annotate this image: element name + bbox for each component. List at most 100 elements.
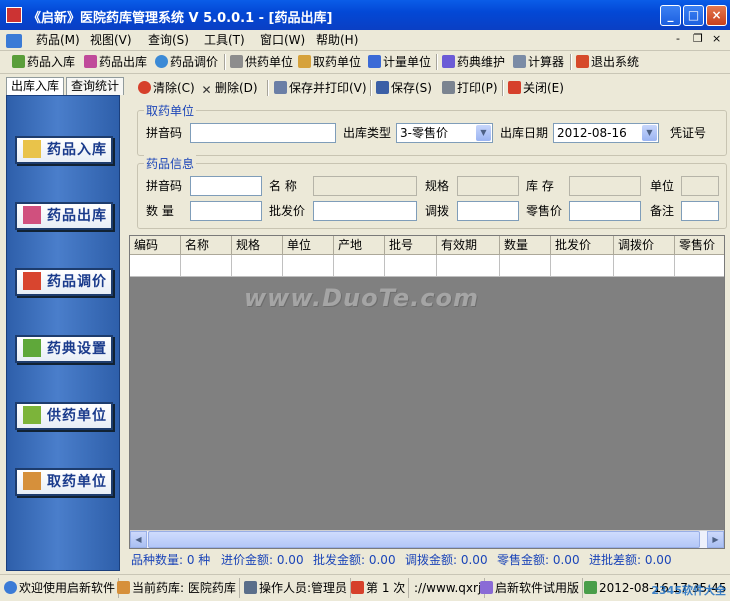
tb-exit[interactable]: 退出系统 [576,53,639,71]
grid-cell[interactable] [232,255,283,277]
scroll-right-icon[interactable]: ▶ [707,531,724,548]
col-header[interactable]: 零售价 [675,236,724,255]
tab-stock-inout[interactable]: 出库入库 [6,77,65,96]
medicine-pinyin-input[interactable] [190,176,262,196]
status-bar: 欢迎使用启新软件 当前药库: 医院药库 操作人员:管理员 第 1 次 ://ww… [0,574,730,601]
title-bar[interactable]: 《启新》医院药库管理系统 V 5.0.0.1 - [药品出库] _ □ × [0,0,730,30]
nav-pharmacopeia-button[interactable]: 药典设置 [15,335,113,363]
horizontal-scrollbar[interactable]: ◀ ▶ [130,530,724,548]
chevron-down-icon[interactable]: ▼ [476,125,491,141]
variety-count: 品种数量: 0 种 [131,553,211,567]
nav-label: 药典设置 [47,341,107,357]
col-header[interactable]: 产地 [334,236,385,255]
menu-window[interactable]: 窗口(W) [260,32,305,48]
mdi-restore-button[interactable]: ❐ [693,32,703,45]
out-date-picker[interactable]: 2012-08-16 ▼ [553,123,659,143]
close-form-button[interactable]: 关闭(E) [508,79,564,97]
app-window: 《启新》医院药库管理系统 V 5.0.0.1 - [药品出库] _ □ × 药品… [0,0,730,601]
tb-unit[interactable]: 计量单位 [368,53,431,71]
col-header[interactable]: 编码 [130,236,181,255]
grid-cell[interactable] [551,255,614,277]
out-date-value: 2012-08-16 [557,126,627,140]
table-row[interactable] [130,255,724,277]
tb-pharmacopeia[interactable]: 药典维护 [442,53,505,71]
grid-cell[interactable] [130,255,181,277]
delete-button[interactable]: ✕ 删除(D) [200,79,257,97]
save-print-button[interactable]: 保存并打印(V) [274,79,367,97]
nav-stock-out-button[interactable]: 药品出库 [15,202,113,230]
tab-query-stats[interactable]: 查询统计 [66,77,125,95]
col-header[interactable]: 规格 [232,236,283,255]
grid-cell[interactable] [181,255,232,277]
clear-button[interactable]: 清除(C) [138,79,195,97]
col-header[interactable]: 调拨价 [614,236,675,255]
chevron-down-icon[interactable]: ▼ [642,125,657,141]
nav-stock-in-button[interactable]: 药品入库 [15,136,113,164]
nav-supplier-button[interactable]: 供药单位 [15,402,113,430]
grid-cell[interactable] [283,255,334,277]
col-header[interactable]: 批发价 [551,236,614,255]
tb-supplier[interactable]: 供药单位 [230,53,293,71]
tb-calculator[interactable]: 计算器 [513,53,564,71]
scroll-thumb[interactable] [148,531,700,548]
status-login-count: 第 1 次 [351,578,410,598]
close-button[interactable]: × [706,5,727,26]
receiver-pinyin-input[interactable] [190,123,336,143]
grid-cell[interactable] [385,255,437,277]
nav-receiver-button[interactable]: 取药单位 [15,468,113,496]
brand-watermark: 2345软件大全 [651,584,726,597]
tb-stock-out[interactable]: 药品出库 [84,53,147,71]
status-operator-text: 操作人员:管理员 [259,581,348,595]
toolbar-separator [570,54,572,70]
stock-label: 库 存 [526,179,554,193]
menu-medicine[interactable]: 药品(M) [36,32,80,48]
user-icon [244,581,257,594]
transfer-price-input[interactable] [457,201,519,221]
col-header[interactable]: 单位 [283,236,334,255]
mdi-close-button[interactable]: × [712,32,721,45]
tb-stock-in[interactable]: 药品入库 [12,53,75,71]
delete-x-icon: ✕ [201,83,212,97]
col-header[interactable]: 有效期 [437,236,500,255]
save-label: 保存(S) [391,81,432,95]
items-grid[interactable]: 编码 名称 规格 单位 产地 批号 有效期 数量 批发价 调拨价 零售价 ◀ ▶ [129,235,725,549]
out-type-select[interactable]: 3-零售价 ▼ [396,123,493,143]
tb-calculator-label: 计算器 [528,55,565,69]
tb-receiver[interactable]: 取药单位 [298,53,361,71]
grid-cell[interactable] [437,255,500,277]
grid-cell[interactable] [334,255,385,277]
tb-exit-label: 退出系统 [591,55,640,69]
mdi-minimize-button[interactable]: - [676,32,680,45]
printer-icon [442,81,455,94]
maximize-button[interactable]: □ [683,5,704,26]
app-icon[interactable] [6,7,22,23]
cost-amount: 进价金额: 0.00 [221,553,304,567]
grid-cell[interactable] [500,255,551,277]
col-header[interactable]: 批号 [385,236,437,255]
unit-field [681,176,719,196]
menu-help[interactable]: 帮助(H) [316,32,358,48]
status-website[interactable]: ://www.qxrj [414,578,486,598]
menu-query[interactable]: 查询(S) [148,32,189,48]
remark-input[interactable] [681,201,719,221]
price-adjust-icon [155,55,168,68]
menu-tools[interactable]: 工具(T) [204,32,245,48]
retail-price-input[interactable] [569,201,641,221]
quantity-input[interactable] [190,201,262,221]
save-button[interactable]: 保存(S) [376,79,432,97]
print-button[interactable]: 打印(P) [442,79,498,97]
minimize-button[interactable]: _ [660,5,681,26]
action-separator [267,80,269,96]
tb-price-adjust[interactable]: 药品调价 [155,53,218,71]
status-operator: 操作人员:管理员 [244,578,352,598]
col-header[interactable]: 数量 [500,236,551,255]
wholesale-price-input[interactable] [313,201,417,221]
menu-view[interactable]: 视图(V) [90,32,132,48]
nav-price-adjust-button[interactable]: 药品调价 [15,268,113,296]
tb-price-adjust-label: 药品调价 [170,55,219,69]
action-separator [370,80,372,96]
grid-cell[interactable] [675,255,724,277]
scroll-left-icon[interactable]: ◀ [130,531,147,548]
col-header[interactable]: 名称 [181,236,232,255]
grid-cell[interactable] [614,255,675,277]
